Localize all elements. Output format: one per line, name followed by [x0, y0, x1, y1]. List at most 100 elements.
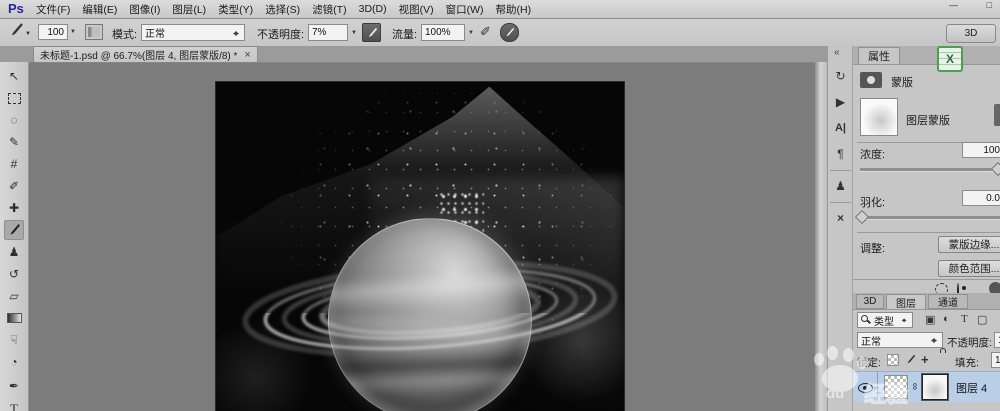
flow-input[interactable]: 100%	[421, 24, 465, 41]
menu-edit[interactable]: 编辑(E)	[76, 2, 123, 17]
opacity-caret-icon[interactable]: ▼	[351, 30, 357, 36]
healing-brush-tool[interactable]: ✚	[4, 198, 24, 218]
healing-brush-icon: ✚	[8, 201, 20, 215]
tab-3d-label: 3D	[863, 296, 877, 307]
move-tool[interactable]: ↖	[4, 66, 24, 86]
dodge-icon: ◔	[10, 355, 18, 369]
pen-tool[interactable]: ✒	[4, 376, 24, 396]
menu-window[interactable]: 窗口(W)	[440, 2, 490, 17]
excel-file-icon[interactable]: X	[937, 46, 963, 72]
feather-slider[interactable]	[860, 216, 1000, 220]
menu-image[interactable]: 图像(I)	[123, 2, 166, 17]
history-brush-icon: ↺	[8, 267, 20, 281]
document-title: 未标题-1.psd @ 66.7%(图层 4, 图层蒙版/8) *	[40, 51, 238, 62]
fill-input[interactable]: 100%	[991, 352, 1000, 368]
brush-size-input[interactable]: 100	[38, 24, 68, 40]
mask-options-icon[interactable]	[994, 104, 1000, 126]
watermark-brand: du	[826, 385, 845, 402]
layer-mask-thumbnail[interactable]	[860, 98, 898, 136]
layers-opacity-input[interactable]: 100%	[994, 332, 1000, 348]
layer-filter-select[interactable]: 类型	[857, 312, 913, 328]
eyedropper-tool[interactable]: ✐	[4, 176, 24, 196]
document-tab[interactable]: 未标题-1.psd @ 66.7%(图层 4, 图层蒙版/8) * ×	[33, 46, 258, 62]
menu-select[interactable]: 选择(S)	[259, 2, 306, 17]
airbrush-icon[interactable]: ✐	[480, 24, 491, 40]
mode-value: 正常	[145, 29, 165, 40]
search-icon	[861, 315, 871, 325]
actions-panel-icon[interactable]: ▶	[831, 92, 850, 111]
tab-properties[interactable]: 属性	[858, 47, 900, 64]
marquee-tool[interactable]	[4, 88, 24, 108]
minimize-icon[interactable]: —	[949, 0, 958, 10]
quick-selection-tool[interactable]: ✎	[4, 132, 24, 152]
density-input[interactable]: 100	[962, 142, 1000, 158]
toggle-brush-panel-icon[interactable]	[85, 24, 103, 40]
filter-adjustment-layers-icon[interactable]: ◐	[943, 313, 950, 325]
workspace-3d-button[interactable]: 3D	[946, 24, 996, 43]
gradient-tool[interactable]	[4, 308, 24, 328]
menu-layer[interactable]: 图层(L)	[166, 2, 212, 17]
menu-filter[interactable]: 滤镜(T)	[306, 2, 352, 17]
color-range-label: 颜色范围...	[948, 263, 1000, 275]
filter-type-layers-icon[interactable]: T	[961, 313, 968, 325]
tool-presets-panel-icon[interactable]: ×	[831, 208, 850, 227]
history-panel-icon[interactable]: ↻	[831, 66, 850, 85]
flow-caret-icon[interactable]: ▼	[468, 30, 474, 36]
character-panel-icon[interactable]: A|	[831, 118, 850, 137]
pen-pressure-opacity-icon[interactable]	[362, 23, 381, 42]
maximize-icon[interactable]: □	[987, 0, 992, 10]
history-brush-tool[interactable]: ↺	[4, 264, 24, 284]
menu-items: 文件(F) 编辑(E) 图像(I) 图层(L) 类型(Y) 选择(S) 滤镜(T…	[30, 0, 537, 18]
menu-3d[interactable]: 3D(D)	[353, 3, 393, 15]
clone-source-panel-icon[interactable]: ♟	[831, 176, 850, 195]
paragraph-panel-icon[interactable]: ¶	[831, 144, 850, 163]
type-tool[interactable]: T	[4, 398, 24, 411]
canvas[interactable]	[215, 81, 625, 411]
pen-pressure-size-icon[interactable]	[500, 23, 519, 42]
brush-tool[interactable]	[4, 220, 24, 240]
tab-channels[interactable]: 通道	[928, 294, 968, 309]
watermark-paw-toe	[843, 348, 854, 362]
tab-3d[interactable]: 3D	[856, 294, 884, 309]
mode-select[interactable]: 正常	[141, 24, 245, 41]
properties-tab-label: 属性	[868, 51, 890, 63]
clone-stamp-tool[interactable]: ♟	[4, 242, 24, 262]
properties-divider-3	[853, 279, 1000, 280]
density-label: 浓度:	[860, 149, 886, 161]
menu-type[interactable]: 类型(Y)	[212, 2, 259, 17]
feather-slider-handle[interactable]	[854, 209, 870, 225]
menu-help[interactable]: 帮助(H)	[490, 2, 538, 17]
close-icon[interactable]: ×	[244, 49, 250, 61]
filter-shape-layers-icon[interactable]: ▢	[977, 313, 987, 326]
filter-pixel-layers-icon[interactable]: ▣	[925, 313, 935, 326]
color-range-button[interactable]: 颜色范围...	[938, 260, 1000, 277]
menu-view[interactable]: 视图(V)	[393, 2, 440, 17]
opacity-input[interactable]: 7%	[308, 24, 348, 41]
crop-tool[interactable]: #	[4, 154, 24, 174]
dodge-tool[interactable]: ◔	[4, 352, 24, 372]
brush-preset-icon[interactable]	[8, 22, 24, 43]
move-icon: ↖	[8, 69, 20, 83]
properties-divider-2	[857, 232, 1000, 233]
lasso-tool[interactable]: ◌	[4, 110, 24, 130]
ps-logo[interactable]: Ps	[8, 1, 24, 16]
feather-input[interactable]: 0.0	[962, 190, 1000, 206]
brush-size-value: 100	[47, 26, 64, 38]
gradient-icon	[6, 313, 22, 323]
tab-layers[interactable]: 图层	[886, 294, 926, 310]
dock-divider-2	[830, 202, 851, 203]
character-glyph: A|	[834, 121, 847, 134]
menu-file[interactable]: 文件(F)	[30, 2, 76, 17]
quick-selection-icon: ✎	[8, 135, 20, 149]
tool-presets-glyph: ×	[836, 210, 844, 225]
smudge-tool[interactable]: ☟	[4, 330, 24, 350]
eraser-tool[interactable]: ▱	[4, 286, 24, 306]
mask-edge-button[interactable]: 蒙版边缘...	[938, 236, 1000, 253]
density-slider-handle[interactable]	[990, 161, 1000, 177]
collapse-panels-icon[interactable]: «	[834, 47, 840, 58]
brush-preset-caret-icon[interactable]: ▼	[25, 31, 31, 37]
brush-size-caret-icon[interactable]: ▼	[70, 29, 76, 35]
watermark-paw-toe	[857, 357, 867, 369]
layer-filter-value: 类型	[874, 316, 894, 328]
density-slider[interactable]	[860, 168, 1000, 172]
